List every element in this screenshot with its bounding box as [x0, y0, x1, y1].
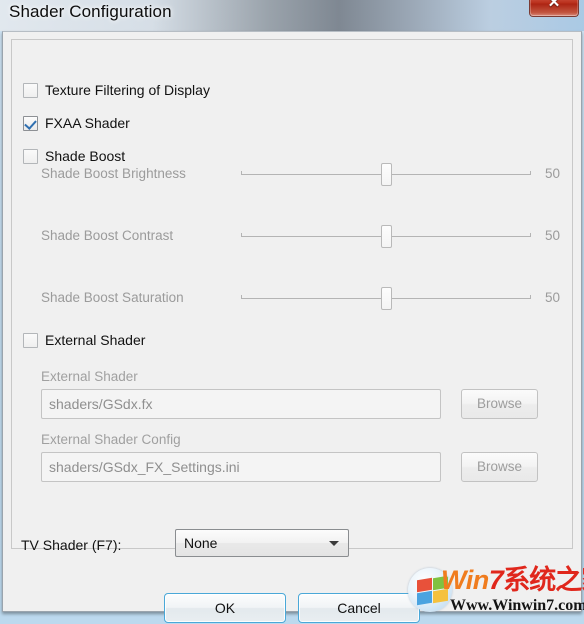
close-button[interactable]: ✕ [529, 0, 579, 17]
tv-shader-label: TV Shader (F7): [21, 537, 122, 553]
checkbox-box-icon [23, 82, 38, 98]
checkbox-fxaa-shader[interactable]: FXAA Shader [23, 113, 130, 133]
slider-value: 50 [545, 228, 561, 243]
slider-thumb[interactable] [381, 287, 392, 310]
slider-row-shade-boost-saturation: Shade Boost Saturation 50 [23, 282, 563, 316]
dialog-window: Shader Configuration ✕ Texture Filtering… [0, 0, 584, 623]
slider-shade-boost-saturation[interactable] [241, 282, 531, 316]
close-icon: ✕ [547, 0, 561, 11]
external-shader-path-input[interactable]: shaders/GSdx.fx [41, 389, 441, 419]
checkbox-label: Texture Filtering of Display [45, 82, 210, 98]
slider-label: Shade Boost Contrast [41, 228, 174, 243]
slider-value: 50 [545, 290, 561, 305]
dialog-client-area: Texture Filtering of Display FXAA Shader… [2, 31, 582, 623]
slider-thumb[interactable] [381, 225, 392, 248]
ok-button[interactable]: OK [164, 593, 286, 623]
chevron-down-icon [329, 541, 339, 546]
external-shader-config-browse-button[interactable]: Browse [461, 452, 538, 482]
slider-value: 50 [545, 166, 561, 181]
slider-row-shade-boost-brightness: Shade Boost Brightness 50 [23, 158, 563, 192]
checkbox-texture-filtering[interactable]: Texture Filtering of Display [23, 80, 210, 100]
checkbox-checkmark-icon [23, 115, 38, 131]
slider-shade-boost-contrast[interactable] [241, 220, 531, 254]
slider-thumb[interactable] [381, 163, 392, 186]
checkbox-external-shader[interactable]: External Shader [23, 330, 145, 350]
external-shader-config-field-label: External Shader Config [41, 432, 181, 447]
external-shader-browse-button[interactable]: Browse [461, 389, 538, 419]
tv-shader-dropdown[interactable]: None [175, 529, 349, 557]
slider-label: Shade Boost Saturation [41, 290, 184, 305]
checkbox-box-icon [23, 332, 38, 348]
checkbox-label: External Shader [45, 332, 146, 348]
cancel-button[interactable]: Cancel [298, 593, 420, 623]
window-title: Shader Configuration [9, 2, 172, 21]
slider-label: Shade Boost Brightness [41, 166, 186, 181]
slider-shade-boost-brightness[interactable] [241, 158, 531, 192]
external-shader-field-label: External Shader [41, 369, 138, 384]
checkbox-label: FXAA Shader [45, 115, 130, 131]
title-bar[interactable]: Shader Configuration ✕ [0, 0, 584, 31]
slider-row-shade-boost-contrast: Shade Boost Contrast 50 [23, 220, 563, 254]
tv-shader-selected-value: None [184, 535, 218, 551]
external-shader-config-path-input[interactable]: shaders/GSdx_FX_Settings.ini [41, 452, 441, 482]
